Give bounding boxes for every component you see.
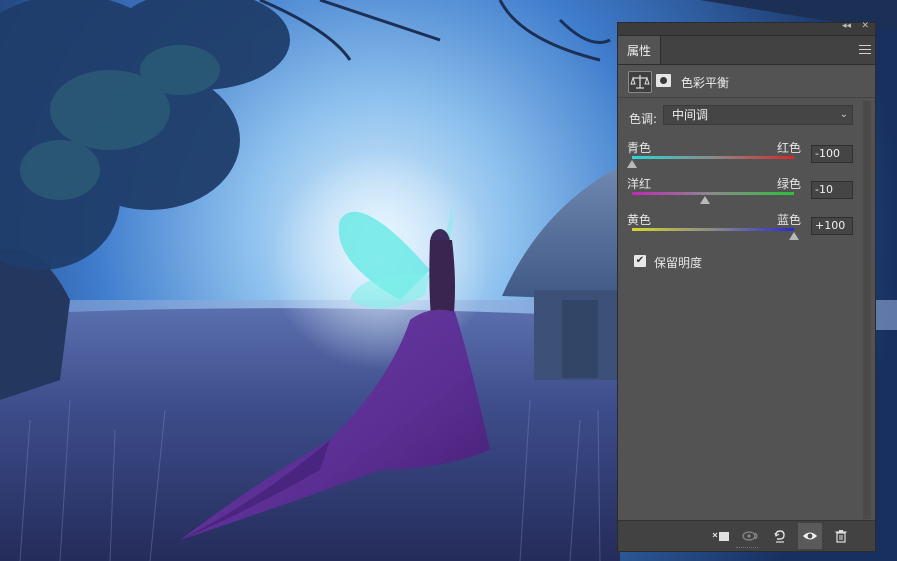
cyan-red-slider-thumb[interactable]	[627, 160, 637, 168]
reset-icon[interactable]	[771, 527, 789, 545]
tone-dropdown[interactable]: 中间调 ⌄	[663, 105, 853, 125]
slider-blue-label: 蓝色	[777, 213, 802, 227]
trash-icon[interactable]	[832, 527, 850, 545]
panel-title: 色彩平衡	[681, 76, 730, 90]
yellow-blue-slider-track[interactable]	[632, 228, 794, 231]
slider-yellow-label: 黄色	[627, 213, 652, 227]
panel-header-bar: ◂◂ ✕	[618, 21, 875, 36]
color-balance-adjustment-icon[interactable]	[628, 71, 652, 93]
panel-tab-row: 属性	[618, 36, 875, 65]
clip-to-layer-icon[interactable]	[712, 527, 730, 545]
slider-green-label: 绿色	[777, 177, 802, 191]
properties-panel: ◂◂ ✕ 属性 色彩平衡 色调: 中间调 ⌄ 青色 红色 -100 洋红 绿色	[617, 21, 876, 552]
close-panel-icon[interactable]: ✕	[861, 21, 869, 31]
magenta-green-value-input[interactable]: -10	[811, 181, 853, 199]
yellow-blue-slider-thumb[interactable]	[789, 232, 799, 240]
tab-properties[interactable]: 属性	[618, 36, 661, 64]
cyan-red-value-input[interactable]: -100	[811, 145, 853, 163]
slider-cyan-label: 青色	[627, 141, 652, 155]
magenta-green-slider-track[interactable]	[632, 192, 794, 195]
panel-menu-icon[interactable]	[859, 42, 871, 56]
visibility-eye-icon[interactable]	[798, 523, 822, 549]
panel-bottom-toolbar	[618, 520, 875, 551]
yellow-blue-value-input[interactable]: +100	[811, 217, 853, 235]
magenta-green-slider-thumb[interactable]	[699, 196, 710, 204]
chevron-down-icon: ⌄	[839, 109, 848, 120]
layer-mask-icon[interactable]	[656, 74, 671, 87]
tone-label: 色调:	[629, 112, 658, 126]
adjustment-title-row: 色彩平衡	[618, 65, 875, 98]
view-previous-icon[interactable]	[742, 527, 760, 545]
preserve-luminosity-checkbox[interactable]: ✔	[634, 255, 646, 267]
slider-magenta-label: 洋红	[627, 177, 652, 191]
cyan-red-slider-track[interactable]	[632, 156, 794, 159]
panel-resize-grip[interactable]	[736, 547, 758, 550]
preserve-luminosity-label: 保留明度	[654, 256, 703, 270]
slider-red-label: 红色	[777, 141, 802, 155]
panel-scrollbar[interactable]	[863, 101, 871, 519]
collapse-panel-icon[interactable]: ◂◂	[842, 21, 851, 31]
tone-dropdown-value: 中间调	[672, 108, 709, 122]
